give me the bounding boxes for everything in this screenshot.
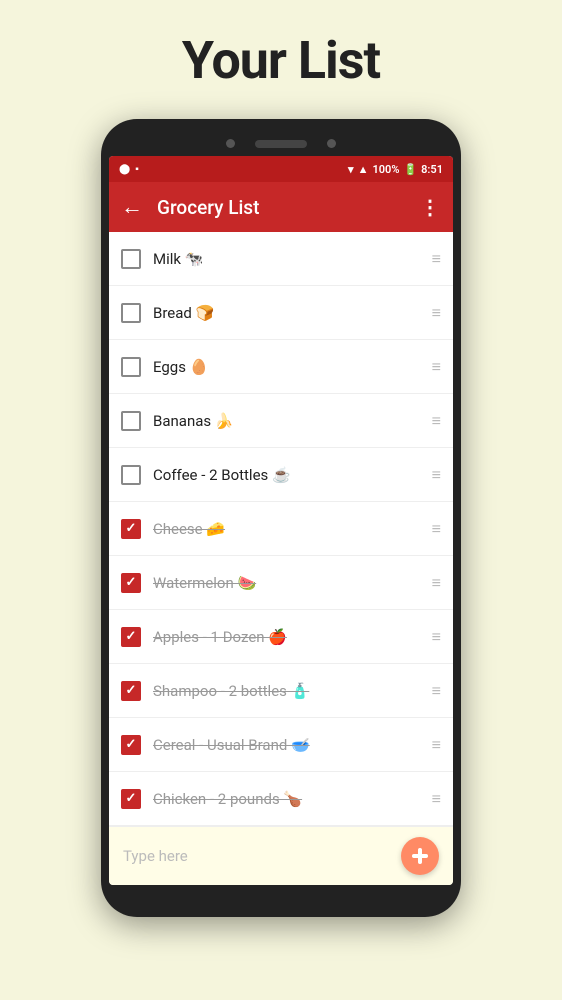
menu-button[interactable]: ⋮ [420, 195, 441, 219]
checkbox-9[interactable] [121, 681, 141, 701]
item-label-8: Apples - 1 Dozen 🍎 [153, 628, 424, 646]
type-here-label[interactable]: Type here [123, 847, 401, 865]
item-label-1: Milk 🐄 [153, 250, 424, 268]
clock: 8:51 [421, 163, 443, 176]
status-right-info: ▾ ▲ 100% 🔋 8:51 [348, 163, 443, 176]
checkbox-1[interactable] [121, 249, 141, 269]
list-item: Apples - 1 Dozen 🍎 ≡ [109, 610, 453, 664]
signal-bars-icon: ▲ [358, 163, 369, 176]
phone-bottom [109, 885, 453, 899]
checkbox-11[interactable] [121, 789, 141, 809]
checkbox-5[interactable] [121, 465, 141, 485]
item-label-9: Shampoo - 2 bottles 🧴 [153, 682, 424, 700]
item-label-10: Cereal - Usual Brand 🥣 [153, 736, 424, 754]
app-bar-title: Grocery List [157, 196, 420, 219]
list-item: Bread 🍞 ≡ [109, 286, 453, 340]
checkbox-6[interactable] [121, 519, 141, 539]
back-button[interactable]: ← [121, 194, 143, 220]
status-left-icons: ⬤ ▪ [119, 164, 139, 175]
drag-handle-10[interactable]: ≡ [432, 737, 441, 753]
drag-handle-1[interactable]: ≡ [432, 251, 441, 267]
item-label-11: Chicken - 2 pounds 🍗 [153, 790, 424, 808]
battery-icon: 🔋 [403, 163, 417, 176]
list-item: Watermelon 🍉 ≡ [109, 556, 453, 610]
signal-icon: ⬤ [119, 164, 130, 175]
drag-handle-8[interactable]: ≡ [432, 629, 441, 645]
drag-handle-4[interactable]: ≡ [432, 413, 441, 429]
phone-screen: ⬤ ▪ ▾ ▲ 100% 🔋 8:51 ← Grocery List ⋮ Mil… [109, 156, 453, 885]
speaker [255, 140, 307, 148]
drag-handle-11[interactable]: ≡ [432, 791, 441, 807]
drag-handle-7[interactable]: ≡ [432, 575, 441, 591]
list-item: Bananas 🍌 ≡ [109, 394, 453, 448]
checkbox-4[interactable] [121, 411, 141, 431]
list-item: Chicken - 2 pounds 🍗 ≡ [109, 772, 453, 826]
lock-icon: ▪ [135, 164, 139, 175]
drag-handle-2[interactable]: ≡ [432, 305, 441, 321]
phone-top-bar [109, 133, 453, 156]
add-item-button[interactable] [401, 837, 439, 875]
list-item: Coffee - 2 Bottles ☕ ≡ [109, 448, 453, 502]
item-label-4: Bananas 🍌 [153, 412, 424, 430]
item-label-7: Watermelon 🍉 [153, 574, 424, 592]
item-label-3: Eggs 🥚 [153, 358, 424, 376]
status-bar: ⬤ ▪ ▾ ▲ 100% 🔋 8:51 [109, 156, 453, 182]
grocery-list: Milk 🐄≡Bread 🍞≡Eggs 🥚≡Bananas 🍌≡Coffee -… [109, 232, 453, 826]
battery-level: 100% [372, 163, 399, 176]
front-sensor [327, 139, 336, 148]
drag-handle-6[interactable]: ≡ [432, 521, 441, 537]
list-item: Cereal - Usual Brand 🥣 ≡ [109, 718, 453, 772]
item-label-5: Coffee - 2 Bottles ☕ [153, 466, 424, 484]
checkbox-10[interactable] [121, 735, 141, 755]
app-bar: ← Grocery List ⋮ [109, 182, 453, 232]
list-item: Shampoo - 2 bottles 🧴 ≡ [109, 664, 453, 718]
wifi-icon: ▾ [348, 163, 354, 176]
item-label-6: Cheese 🧀 [153, 520, 424, 538]
drag-handle-5[interactable]: ≡ [432, 467, 441, 483]
checkbox-7[interactable] [121, 573, 141, 593]
drag-handle-9[interactable]: ≡ [432, 683, 441, 699]
list-item: Milk 🐄 ≡ [109, 232, 453, 286]
bottom-input-bar: Type here [109, 826, 453, 885]
phone-device: ⬤ ▪ ▾ ▲ 100% 🔋 8:51 ← Grocery List ⋮ Mil… [101, 119, 461, 917]
checkbox-3[interactable] [121, 357, 141, 377]
drag-handle-3[interactable]: ≡ [432, 359, 441, 375]
list-item: Eggs 🥚 ≡ [109, 340, 453, 394]
list-item: Cheese 🧀 ≡ [109, 502, 453, 556]
checkbox-8[interactable] [121, 627, 141, 647]
page-title: Your List [182, 30, 380, 91]
camera-dot [226, 139, 235, 148]
checkbox-2[interactable] [121, 303, 141, 323]
item-label-2: Bread 🍞 [153, 304, 424, 322]
